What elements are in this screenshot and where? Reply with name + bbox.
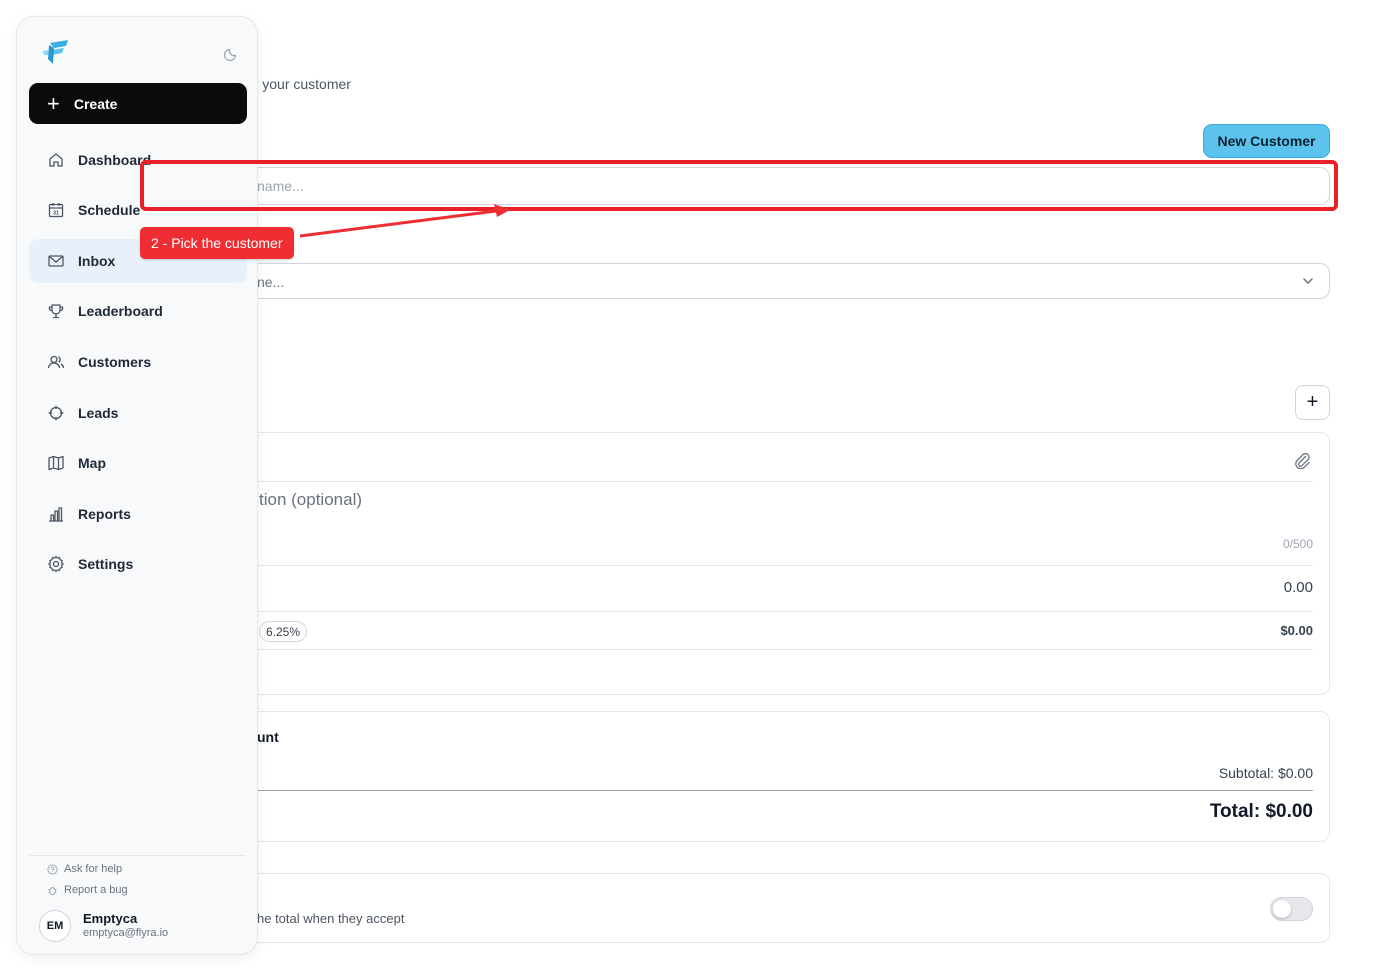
- ask-for-help-link[interactable]: Ask for help: [47, 863, 122, 875]
- add-line-item-button[interactable]: +: [1295, 385, 1330, 420]
- totals-card: unt Subtotal: $0.00 Total: $0.00: [200, 711, 1330, 842]
- customer-search-input[interactable]: [146, 167, 1330, 205]
- report-bug-link[interactable]: Report a bug: [47, 884, 128, 896]
- gear-icon: [48, 555, 64, 573]
- bar-chart-icon: [49, 507, 63, 522]
- total: Total: $0.00: [1209, 801, 1313, 822]
- moon-icon[interactable]: [224, 45, 240, 61]
- sidebar-item-settings[interactable]: Settings: [29, 542, 247, 586]
- plus-icon: +: [47, 90, 60, 116]
- deposit-card: he total when they accept: [200, 873, 1330, 943]
- toggle-knob: [1273, 900, 1291, 918]
- deposit-description: he total when they accept: [257, 911, 405, 926]
- sidebar-item-label: Inbox: [78, 253, 116, 269]
- calendar-icon: 31: [48, 203, 64, 218]
- totals-heading: unt: [257, 729, 279, 745]
- sidebar-item-schedule[interactable]: 31 Schedule: [29, 188, 247, 232]
- sidebar-item-label: Leaderboard: [78, 303, 163, 319]
- sidebar-item-dashboard[interactable]: Dashboard: [29, 138, 247, 182]
- create-label: Create: [73, 95, 118, 112]
- sidebar-item-label: Schedule: [78, 202, 141, 218]
- divider: [29, 855, 245, 856]
- sidebar-item-label: Leads: [78, 405, 119, 421]
- select-placeholder: ne...: [257, 274, 285, 290]
- tax-rate-badge[interactable]: 6.25%: [259, 621, 308, 642]
- divider: [201, 649, 1313, 650]
- help-label: Ask for help: [64, 863, 123, 875]
- users-icon: [47, 355, 65, 369]
- divider: [201, 790, 1313, 791]
- sidebar-item-label: Dashboard: [78, 152, 152, 168]
- bug-icon: [48, 886, 57, 895]
- line-item-card: tion (optional) 0/500 0.00 6.25% $0.00: [200, 432, 1330, 695]
- item-price[interactable]: 0.00: [1284, 579, 1313, 596]
- sidebar-item-reports[interactable]: Reports: [29, 492, 247, 536]
- mail-icon: [48, 255, 64, 267]
- bug-label: Report a bug: [64, 884, 128, 896]
- item-description-input[interactable]: tion (optional): [259, 490, 362, 510]
- sidebar: + Create Dashboard 31 Schedule Inbox Lea…: [16, 16, 258, 955]
- calendar-day: 31: [53, 211, 59, 217]
- divider: [201, 481, 1313, 482]
- sidebar-item-label: Settings: [78, 556, 134, 572]
- crosshair-icon: [48, 405, 64, 421]
- char-count: 0/500: [1282, 537, 1313, 551]
- sidebar-item-leads[interactable]: Leads: [29, 391, 247, 435]
- trophy-icon: [48, 304, 64, 319]
- map-icon: [48, 455, 64, 471]
- divider: [201, 611, 1313, 612]
- subtotal: Subtotal: $0.00: [1218, 765, 1313, 781]
- avatar[interactable]: EM: [39, 910, 71, 942]
- flyra-logo: [43, 40, 68, 64]
- sidebar-item-label: Map: [78, 455, 106, 471]
- annotation-callout: 2 - Pick the customer: [140, 227, 294, 259]
- help-circle-icon: [47, 863, 58, 875]
- user-email: emptyca@flyra.io: [83, 927, 169, 939]
- sidebar-item-map[interactable]: Map: [29, 441, 247, 485]
- sidebar-item-customers[interactable]: Customers: [29, 340, 247, 384]
- sidebar-item-label: Customers: [78, 354, 152, 370]
- divider: [201, 565, 1313, 566]
- sidebar-item-leaderboard[interactable]: Leaderboard: [29, 289, 247, 333]
- chevron-down-icon: [1303, 278, 1313, 284]
- item-amount: $0.00: [1280, 623, 1313, 638]
- sidebar-item-label: Reports: [78, 506, 131, 522]
- new-customer-button[interactable]: New Customer: [1203, 124, 1330, 158]
- user-name: Emptyca: [83, 911, 138, 926]
- paperclip-icon[interactable]: [1293, 451, 1311, 469]
- deposit-toggle[interactable]: [1270, 897, 1313, 921]
- create-button[interactable]: + Create: [29, 83, 247, 124]
- customer-select[interactable]: ne...: [200, 263, 1330, 299]
- home-icon: [49, 153, 63, 167]
